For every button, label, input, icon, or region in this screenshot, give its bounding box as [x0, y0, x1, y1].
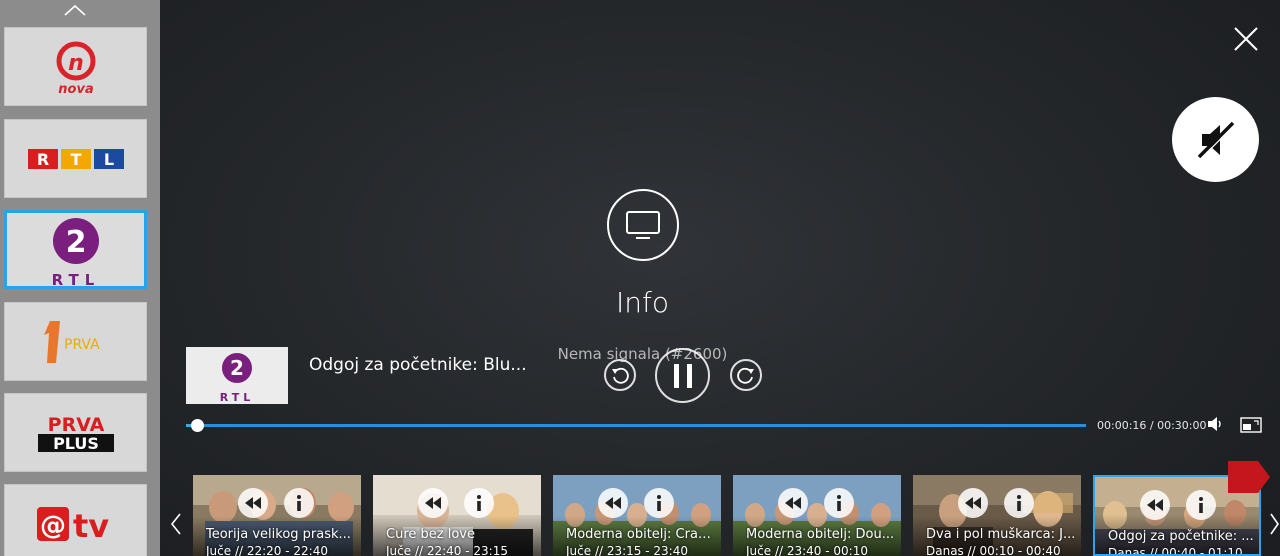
rewind-icon: [785, 497, 801, 509]
nova-logo-text: nova: [58, 82, 93, 97]
rewind-icon: [245, 497, 261, 509]
chevron-right-icon[interactable]: [1268, 510, 1280, 538]
card-info-button[interactable]: [1186, 490, 1216, 520]
rewind-icon: [425, 497, 441, 509]
card-time: Danas // 00:10 - 00:40: [926, 544, 1061, 556]
channel-prva-plus[interactable]: PRVA PLUS: [4, 393, 147, 472]
nova-logo: n nova: [56, 41, 95, 97]
rtl2-logo: 2 RTL: [51, 217, 100, 287]
card-title: Teorija velikog prask...: [206, 527, 351, 542]
program-card-2[interactable]: Cure bez love Juče // 22:40 - 23:15: [373, 475, 541, 556]
forward-button[interactable]: [730, 359, 762, 391]
program-card-4[interactable]: Moderna obitelj: Dou... Juče // 23:40 - …: [733, 475, 901, 556]
channel-prva[interactable]: PRVA: [4, 302, 147, 381]
channel-rtl2[interactable]: 2 RTL: [4, 210, 147, 289]
replay-button[interactable]: [604, 359, 636, 391]
info-button[interactable]: [607, 189, 679, 261]
rtl-logo: R T L: [27, 148, 124, 169]
card-rewind-button[interactable]: [1140, 490, 1170, 520]
card-title: Cure bez love: [386, 527, 475, 542]
card-time: Juče // 23:40 - 00:10: [746, 544, 868, 556]
card-time: Juče // 22:40 - 23:15: [386, 544, 508, 556]
close-icon[interactable]: [1232, 25, 1260, 53]
mute-icon: [1197, 121, 1235, 159]
card-rewind-button[interactable]: [598, 488, 628, 518]
program-card-5[interactable]: Dva i pol muškarca: J... Danas // 00:10 …: [913, 475, 1081, 556]
card-title: Odgoj za početnike: ...: [1108, 529, 1254, 544]
svg-text:L: L: [103, 150, 113, 169]
rewind-icon: [1147, 499, 1163, 511]
card-rewind-button[interactable]: [418, 488, 448, 518]
time-display: 00:00:16 / 00:30:00: [1097, 419, 1207, 432]
current-channel-text: RTL: [220, 391, 255, 403]
rtl2-logo-text: RTL: [51, 271, 100, 287]
card-info-button[interactable]: [284, 488, 314, 518]
card-info-button[interactable]: [1004, 488, 1034, 518]
prva-plus-line1: PRVA: [47, 414, 104, 436]
pause-button[interactable]: [655, 348, 710, 403]
svg-text:T: T: [70, 150, 81, 169]
prva-plus-logo: PRVA PLUS: [37, 414, 114, 453]
card-rewind-button[interactable]: [958, 488, 988, 518]
info-icon: [837, 495, 841, 511]
info-title: Info: [616, 286, 669, 319]
pause-icon: [673, 363, 692, 388]
atv-logo: @ tv: [36, 506, 109, 545]
channel-sidebar: n nova R T L 2 RTL PRVA PRVA PLUS @ tv: [0, 0, 160, 556]
info-icon: [1199, 497, 1203, 513]
card-rewind-button[interactable]: [238, 488, 268, 518]
prva-logo-text: PRVA: [64, 337, 100, 353]
chevron-up-icon[interactable]: [62, 2, 88, 18]
info-icon: [657, 495, 661, 511]
card-title: Moderna obitelj: Craz...: [566, 527, 716, 542]
current-program-title: Odgoj za početnike: Blu...: [309, 355, 527, 375]
channel-nova[interactable]: n nova: [4, 27, 147, 106]
progress-bar[interactable]: [186, 419, 1086, 432]
card-info-button[interactable]: [644, 488, 674, 518]
card-info-button[interactable]: [464, 488, 494, 518]
rtl2-logo: 2 RTL: [220, 352, 255, 403]
atv-logo-text: tv: [73, 507, 109, 545]
replay-icon: [612, 367, 629, 384]
forward-icon: [737, 367, 754, 384]
tv-icon: [626, 211, 660, 239]
program-card-1[interactable]: Teorija velikog prask... Juče // 22:20 -…: [193, 475, 361, 556]
card-rewind-button[interactable]: [778, 488, 808, 518]
pip-icon[interactable]: [1240, 416, 1262, 434]
info-icon: [297, 495, 301, 511]
program-card-3[interactable]: Moderna obitelj: Craz... Juče // 23:15 -…: [553, 475, 721, 556]
rtl2-logo-number: 2: [65, 225, 86, 260]
live-flag-icon: [1228, 461, 1270, 493]
card-time: Juče // 23:15 - 23:40: [566, 544, 688, 556]
rewind-icon: [965, 497, 981, 509]
chevron-left-icon[interactable]: [168, 510, 184, 538]
info-icon: [477, 495, 481, 511]
signal-message: Nema signala (#2600): [557, 345, 728, 363]
prva-logo: PRVA: [43, 320, 100, 363]
info-icon: [1017, 495, 1021, 511]
prva-plus-line2: PLUS: [53, 434, 99, 453]
rewind-icon: [605, 497, 621, 509]
card-time: Juče // 22:20 - 22:40: [206, 544, 328, 556]
svg-text:R: R: [36, 150, 48, 169]
current-channel-number: 2: [230, 356, 244, 380]
card-time: Danas // 00:40 - 01:10: [1108, 546, 1243, 556]
card-title: Moderna obitelj: Dou...: [746, 527, 895, 542]
mute-button[interactable]: [1172, 97, 1259, 182]
card-info-button[interactable]: [824, 488, 854, 518]
card-title: Dva i pol muškarca: J...: [926, 527, 1076, 542]
video-player[interactable]: [160, 0, 1280, 556]
progress-handle[interactable]: [190, 419, 204, 432]
svg-text:n: n: [68, 51, 84, 76]
svg-text:@: @: [40, 511, 66, 541]
channel-atv[interactable]: @ tv: [4, 484, 147, 556]
channel-rtl[interactable]: R T L: [4, 119, 147, 198]
current-channel-logo: 2 RTL: [186, 347, 288, 404]
volume-icon[interactable]: [1207, 416, 1223, 432]
